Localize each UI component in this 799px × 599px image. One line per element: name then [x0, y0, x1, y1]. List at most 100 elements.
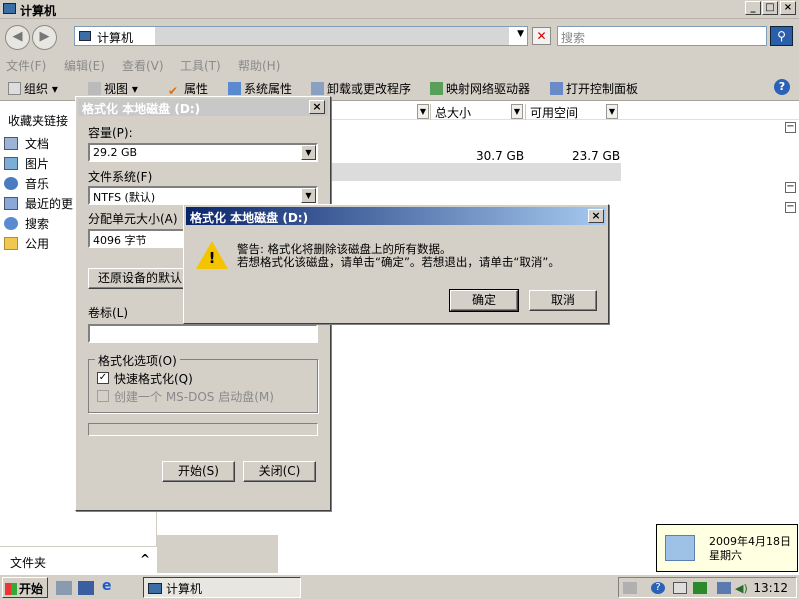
stop-button[interactable]: ✕: [532, 27, 551, 45]
recent-icon: [4, 197, 18, 210]
menu-help[interactable]: 帮助(H): [238, 57, 280, 74]
collapse-group-icon[interactable]: −: [785, 122, 796, 133]
nav-item-documents[interactable]: 文档: [4, 135, 49, 152]
organize-button[interactable]: 组织 ▾: [8, 80, 58, 97]
cancel-button[interactable]: 取消: [529, 290, 597, 311]
internet-explorer-icon[interactable]: e: [102, 578, 118, 594]
chevron-down-icon[interactable]: ▼: [517, 29, 524, 39]
computer-icon: [3, 3, 16, 14]
capacity-select[interactable]: 29.2 GB ▼: [88, 143, 318, 162]
uninstall-button[interactable]: 卸载或更改程序: [311, 80, 411, 97]
warning-dialog: 格式化 本地磁盘 (D:) × ! 警告: 格式化将删除该磁盘上的所有数据。 若…: [183, 204, 609, 324]
search-icon[interactable]: ⚲: [770, 26, 793, 46]
warning-dialog-title: 格式化 本地磁盘 (D:): [190, 211, 309, 225]
address-row: ◀ ▶ 计算机 ▼ ✕ 搜索 ⚲: [0, 19, 799, 55]
menu-bar: 文件(F) 编辑(E) 查看(V) 工具(T) 帮助(H): [0, 55, 799, 74]
nav-item-pictures[interactable]: 图片: [4, 155, 49, 172]
clock[interactable]: 13:12: [753, 581, 788, 595]
folders-label: 文件夹: [10, 556, 47, 570]
back-button[interactable]: ◀: [5, 25, 30, 50]
column-total-size[interactable]: 总大小 ▼: [430, 104, 525, 120]
quick-format-checkbox[interactable]: ✓: [97, 372, 109, 384]
search-input[interactable]: 搜索: [557, 26, 767, 46]
warning-icon-mark: !: [208, 249, 216, 267]
volume-label-input[interactable]: [88, 324, 318, 343]
network-status-icon[interactable]: [693, 582, 707, 594]
calendar-icon: [665, 535, 695, 561]
close-icon[interactable]: ×: [780, 1, 796, 15]
start-button[interactable]: 开始(S): [162, 461, 235, 482]
collapse-group-icon[interactable]: −: [785, 182, 796, 193]
close-icon[interactable]: ×: [588, 209, 604, 223]
programs-icon: [311, 82, 324, 95]
control-panel-button[interactable]: 打开控制面板: [550, 80, 638, 97]
format-options-label: 格式化选项(O): [95, 352, 180, 369]
allocation-value: 4096 字节: [93, 234, 147, 247]
system-tray: ? ◀) 13:12: [618, 577, 797, 598]
uninstall-label: 卸载或更改程序: [327, 82, 412, 96]
filesystem-select[interactable]: NTFS (默认) ▼: [88, 186, 318, 205]
folders-toggle[interactable]: 文件夹 ^: [0, 546, 157, 573]
capacity-value: 29.2 GB: [93, 146, 138, 159]
views-icon: [88, 82, 101, 95]
help-icon[interactable]: ?: [774, 79, 790, 95]
minimize-icon[interactable]: _: [745, 1, 761, 15]
capacity-label: 容量(P):: [88, 126, 133, 140]
chevron-down-icon[interactable]: ▼: [606, 104, 618, 119]
column-dropdown[interactable]: ▼: [417, 104, 431, 120]
taskbar-item-label: 计算机: [166, 582, 203, 596]
nav-item-music[interactable]: 音乐: [4, 175, 49, 192]
start-menu-button[interactable]: 开始: [2, 577, 48, 598]
chevron-up-icon[interactable]: ^: [140, 552, 150, 566]
close-button[interactable]: 关闭(C): [243, 461, 316, 482]
properties-button[interactable]: ✔ 属性: [168, 80, 209, 98]
search-folder-icon: [4, 217, 18, 230]
menu-edit[interactable]: 编辑(E): [64, 57, 105, 74]
help-icon[interactable]: ?: [651, 582, 665, 594]
window-titlebar: 计算机 _ □ ×: [0, 0, 799, 19]
msdos-checkbox[interactable]: [97, 390, 109, 402]
documents-icon: [4, 137, 18, 150]
system-properties-icon: [228, 82, 241, 95]
action-center-icon[interactable]: [673, 582, 687, 594]
keyboard-icon[interactable]: [623, 582, 637, 594]
warning-line-2: 若想格式化该磁盘，请单击“确定”。若想退出，请单击“取消”。: [237, 255, 560, 269]
nav-item-recent[interactable]: 最近的更: [4, 195, 73, 212]
maximize-icon[interactable]: □: [762, 1, 778, 15]
status-area: [157, 535, 278, 573]
nav-item-search[interactable]: 搜索: [4, 215, 49, 232]
nav-label: 公用: [25, 237, 50, 251]
music-icon: [4, 177, 18, 190]
format-dialog-titlebar: 格式化 本地磁盘 (D:): [78, 99, 328, 116]
network-icon[interactable]: [717, 582, 731, 594]
msdos-label: 创建一个 MS-DOS 启动盘(M): [114, 390, 274, 404]
address-text: 计算机: [97, 31, 134, 45]
folder-icon: [4, 237, 18, 250]
taskbar-item-computer[interactable]: 计算机: [143, 577, 301, 598]
close-icon[interactable]: ×: [309, 100, 325, 114]
server-manager-icon[interactable]: [56, 581, 72, 595]
chevron-down-icon[interactable]: ▼: [417, 104, 429, 119]
menu-tools[interactable]: 工具(T): [180, 57, 221, 74]
system-properties-label: 系统属性: [244, 82, 293, 96]
system-properties-button[interactable]: 系统属性: [228, 80, 292, 97]
ok-button[interactable]: 确定: [449, 289, 519, 312]
chevron-down-icon[interactable]: ▼: [511, 104, 523, 119]
column-free-space[interactable]: 可用空间 ▼: [525, 104, 620, 120]
menu-view[interactable]: 查看(V): [122, 57, 164, 74]
taskbar: 开始 e 计算机 ? ◀) 13:12: [0, 574, 799, 599]
chevron-down-icon[interactable]: ▼: [301, 145, 316, 160]
address-bar[interactable]: 计算机 ▼: [74, 26, 528, 46]
nav-item-public[interactable]: 公用: [4, 235, 49, 252]
nav-label: 最近的更: [25, 197, 74, 211]
collapse-group-icon[interactable]: −: [785, 202, 796, 213]
properties-label: 属性: [184, 82, 209, 96]
show-desktop-icon[interactable]: [78, 581, 94, 595]
menu-file[interactable]: 文件(F): [6, 57, 46, 74]
chevron-down-icon[interactable]: ▼: [301, 188, 316, 203]
forward-button[interactable]: ▶: [32, 25, 57, 50]
windows-logo-icon: [5, 583, 17, 595]
map-drive-button[interactable]: 映射网络驱动器: [430, 80, 530, 97]
views-button[interactable]: 视图 ▾: [88, 80, 138, 97]
volume-icon[interactable]: ◀): [735, 582, 749, 595]
